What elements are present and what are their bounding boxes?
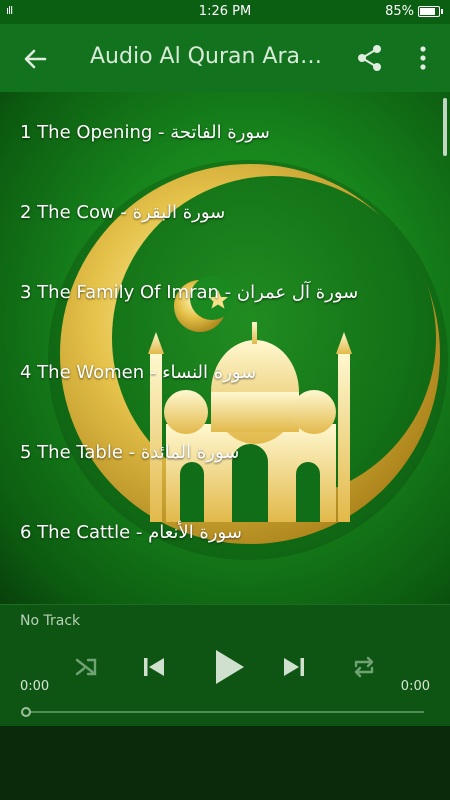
- track-item[interactable]: 2 The Cow - سورة البقرة: [0, 172, 440, 252]
- app-bar: Audio Al Quran Arabic English: [0, 24, 450, 92]
- more-vert-icon[interactable]: [410, 42, 436, 74]
- track-item[interactable]: 1 The Opening - سورة الفاتحة: [0, 92, 440, 172]
- skip-previous-icon[interactable]: [134, 645, 174, 689]
- track-item[interactable]: 5 The Table - سورة المائدة: [0, 412, 440, 492]
- scrollbar[interactable]: [443, 98, 447, 156]
- shuffle-icon[interactable]: [66, 645, 106, 689]
- track-list: 1 The Opening - سورة الفاتحة 2 The Cow -…: [0, 92, 440, 572]
- duration-time: 0:00: [400, 679, 430, 694]
- battery-percent: 85%: [385, 4, 414, 19]
- elapsed-time: 0:00: [20, 679, 50, 694]
- track-item[interactable]: 6 The Cattle - سورة الأنعام: [0, 492, 440, 572]
- now-playing-label: No Track: [20, 613, 81, 629]
- repeat-icon[interactable]: [344, 645, 384, 689]
- track-item[interactable]: 4 The Women - سورة النساء: [0, 332, 440, 412]
- status-bar: ıll 1:26 PM 85%: [0, 0, 450, 24]
- seek-bar[interactable]: [26, 711, 424, 713]
- play-icon[interactable]: [204, 645, 252, 689]
- share-icon[interactable]: [354, 42, 386, 74]
- battery-icon: [418, 6, 443, 17]
- track-item[interactable]: 3 The Family Of Imran - سورة آل عمران: [0, 252, 440, 332]
- skip-next-icon[interactable]: [274, 645, 314, 689]
- player-panel: No Track 0:00 0:00: [0, 604, 450, 726]
- status-time: 1:26 PM: [198, 4, 252, 19]
- back-arrow-icon[interactable]: [18, 42, 52, 76]
- bottom-area: [0, 726, 450, 800]
- app-title: Audio Al Quran Arabic English: [90, 44, 330, 69]
- track-list-panel[interactable]: 1 The Opening - سورة الفاتحة 2 The Cow -…: [0, 92, 450, 604]
- seek-thumb[interactable]: [21, 707, 31, 717]
